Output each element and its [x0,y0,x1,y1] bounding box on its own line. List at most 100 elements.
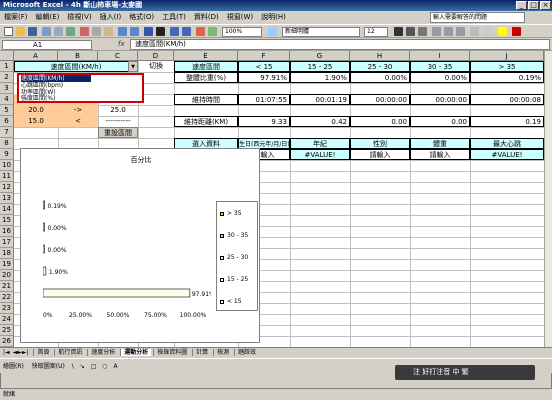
row-header[interactable]: 15 [0,215,14,226]
menu-window[interactable]: 視窗(W) [223,11,257,24]
menu-format[interactable]: 格式(O) [125,11,158,24]
sheet-tab[interactable]: 檢測 [213,349,233,356]
menu-file[interactable]: 檔案(F) [0,11,32,24]
italic-icon[interactable] [406,27,415,36]
reset-range-button[interactable]: 重設區間 [98,127,138,138]
menu-help[interactable]: 說明(H) [257,11,290,24]
sheet-tab[interactable]: 首頁 [33,349,53,356]
sort-desc-icon[interactable] [182,27,191,36]
cell-b6[interactable]: < [58,116,98,127]
select-all-corner[interactable] [0,51,14,61]
col-header-i[interactable]: I [410,51,470,61]
underline-icon[interactable] [418,27,427,36]
spelling-icon[interactable] [66,27,75,36]
row-header[interactable]: 17 [0,237,14,248]
ratio-h[interactable]: 0.00% [350,72,410,83]
row-header[interactable]: 12 [0,182,14,193]
paste-icon[interactable] [104,27,113,36]
row-header[interactable]: 19 [0,259,14,270]
col-header-j[interactable]: J [470,51,544,61]
col-header-a[interactable]: A [14,51,58,61]
fill-color-icon[interactable] [498,27,507,36]
row-header[interactable]: 11 [0,171,14,182]
row-header[interactable]: 9 [0,149,14,160]
col-header-g[interactable]: G [290,51,350,61]
distance-f[interactable]: 9.33 [238,116,290,127]
dropdown-option-speed[interactable]: 速度區間(KM/h) [21,75,91,82]
dropdown-option-heartrate[interactable]: 心跳區間(bpm) [21,82,63,89]
ratio-g[interactable]: 1.90% [290,72,350,83]
cell-c6[interactable]: ---------- [98,116,138,127]
row-header[interactable]: 14 [0,204,14,215]
textbox-icon[interactable]: A [111,363,119,370]
minimize-button[interactable]: _ [516,1,527,10]
redo-icon[interactable] [130,27,139,36]
cut-icon[interactable] [80,27,89,36]
align-right-icon[interactable] [456,27,465,36]
sheet-tab[interactable]: 航行資訊 [54,349,86,356]
line-icon[interactable]: \ [70,363,76,370]
save-icon[interactable] [28,27,37,36]
distance-g[interactable]: 0.42 [290,116,350,127]
menu-edit[interactable]: 編輯(E) [32,11,64,24]
row-header[interactable]: 3 [0,83,14,94]
autoshape-button[interactable]: 快取圖案(U) [29,363,68,370]
font-size-select[interactable]: 12 [364,27,388,37]
bar-4[interactable] [43,288,191,298]
cell-a5[interactable]: 20.0 [14,105,58,116]
distance-h[interactable]: 0.00 [350,116,410,127]
menu-tools[interactable]: 工具(T) [158,11,190,24]
help-icon[interactable] [268,27,277,36]
vertical-scrollbar[interactable] [544,51,552,347]
row-header[interactable]: 18 [0,248,14,259]
hyperlink-icon[interactable] [144,27,153,36]
age-value[interactable]: #VALUE! [290,149,350,160]
cell-a6[interactable]: 15.0 [14,116,58,127]
col-header-f[interactable]: F [238,51,290,61]
maxhr-value[interactable]: #VALUE! [470,149,544,160]
row-header[interactable]: 10 [0,160,14,171]
distance-j[interactable]: 0.19 [470,116,544,127]
print-icon[interactable] [42,27,51,36]
row-header[interactable]: 26 [0,336,14,347]
align-left-icon[interactable] [432,27,441,36]
row-header[interactable]: 5 [0,105,14,116]
col-header-b[interactable]: B [58,51,98,61]
row-header[interactable]: 1 [0,61,14,72]
row-header[interactable]: 20 [0,270,14,281]
duration-i[interactable]: 00:00:00 [410,94,470,105]
tab-nav-first-icon[interactable]: |◄ [0,349,13,356]
font-color-icon[interactable] [512,27,521,36]
dropdown-option-intensity[interactable]: 強度區間(%) [21,95,55,102]
font-select[interactable]: 新細明體 [282,27,360,37]
sheet-tab[interactable]: 踏踩效 [234,349,260,356]
percentage-chart[interactable]: 百分比 0.19% 0.00% 0.00% 1.90% 97.91% 0.00% 25.00… [20,148,260,343]
cell-c5[interactable]: 25.0 [98,105,138,116]
gender-input[interactable]: 請輸入 [350,149,410,160]
bar-2[interactable] [43,244,45,254]
row-header[interactable]: 13 [0,193,14,204]
row-header[interactable]: 25 [0,325,14,336]
row-header[interactable]: 24 [0,314,14,325]
drawing-icon[interactable] [208,27,217,36]
row-header[interactable]: 2 [0,72,14,83]
maximize-button[interactable]: □ [528,1,539,10]
indent-icon[interactable] [470,27,479,36]
arrow-icon[interactable]: ↘ [78,363,87,370]
col-header-c[interactable]: C [98,51,138,61]
autosum-icon[interactable] [156,27,165,36]
ratio-i[interactable]: 0.00% [410,72,470,83]
range-type-dropdown[interactable]: 速度區間(KM/h) 心跳區間(bpm) 功率區間(W) 強度區間(%) [17,73,144,103]
undo-icon[interactable] [118,27,127,36]
menu-data[interactable]: 資料(D) [190,11,223,24]
duration-f[interactable]: 01:07:55 [238,94,290,105]
menu-insert[interactable]: 插入(I) [96,11,126,24]
rectangle-icon[interactable]: □ [89,363,99,370]
copy-icon[interactable] [92,27,101,36]
chart-wizard-icon[interactable] [196,27,205,36]
ask-question-box[interactable]: 輸入需要解答的問題 [430,12,525,23]
draw-menu-button[interactable]: 繪圖(R) [0,363,27,370]
ime-toolbar[interactable]: 注 好打注音 中 繁 [395,365,535,380]
sheet-tab-active[interactable]: 運動分析 [120,349,152,356]
ratio-f[interactable]: 97.91% [238,72,290,83]
